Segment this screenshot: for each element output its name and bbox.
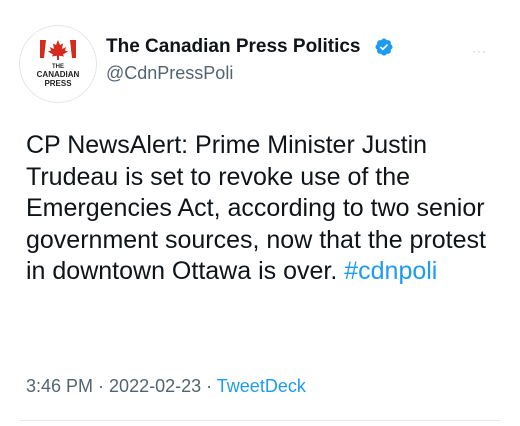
tweet-meta: 3:46 PM · 2022-02-23 · TweetDeck: [26, 376, 306, 397]
tweet-date[interactable]: 2022-02-23: [109, 376, 201, 396]
tweet-source[interactable]: TweetDeck: [217, 376, 306, 396]
divider: [20, 420, 500, 421]
user-handle[interactable]: @CdnPressPoli: [106, 63, 233, 84]
tweet-time[interactable]: 3:46 PM: [26, 376, 93, 396]
more-options-icon[interactable]: ···: [472, 44, 487, 58]
display-name[interactable]: The Canadian Press Politics: [106, 36, 360, 58]
meta-separator: ·: [93, 376, 110, 396]
avatar[interactable]: THE CANADIAN PRESS: [20, 26, 96, 102]
meta-separator: ·: [201, 376, 217, 396]
hashtag-link[interactable]: #cdnpoli: [344, 257, 437, 285]
verified-badge-icon: [375, 38, 393, 56]
logo-text-press: PRESS: [44, 79, 72, 88]
canadian-press-logo-icon: [40, 40, 76, 60]
tweet-text: CP NewsAlert: Prime Minister Justin Trud…: [26, 130, 506, 288]
logo-text-canadian: CANADIAN: [36, 70, 80, 79]
tweet-card: THE CANADIAN PRESS The Canadian Press Po…: [0, 0, 520, 426]
